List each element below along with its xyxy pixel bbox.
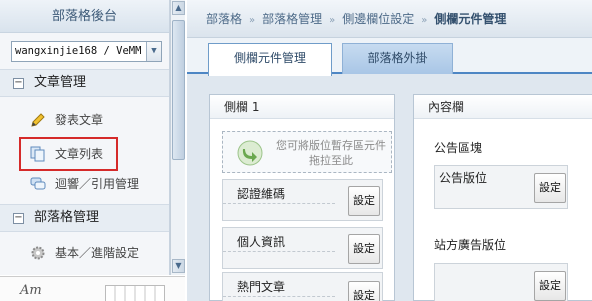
- widget-title: 個人資訊: [237, 235, 286, 249]
- breadcrumb-separator: »: [421, 15, 428, 26]
- widget-profile[interactable]: 個人資訊 設定: [222, 227, 383, 269]
- widget-title: 熱門文章: [237, 280, 286, 294]
- breadcrumb-separator: »: [249, 15, 256, 26]
- speech-bubble-icon: [30, 176, 46, 192]
- widget-settings-button[interactable]: 設定: [348, 234, 380, 264]
- widget-popular-posts[interactable]: 熱門文章 設定: [222, 272, 383, 301]
- sidebar-item-comments[interactable]: 迴響／引用管理: [0, 172, 169, 196]
- drop-zone-text: 您可將版位暫存區元件拖拉至此: [276, 139, 386, 167]
- widget-heading: 站方廣告版位: [434, 238, 507, 252]
- tab-sidebar-widgets[interactable]: 側欄元件管理: [208, 43, 332, 76]
- breadcrumb: 部落格 » 部落格管理 » 側邊欄位設定 » 側欄元件管理: [187, 0, 592, 38]
- section-label: 文章管理: [34, 75, 87, 90]
- section-blog-management[interactable]: − 部落格管理: [0, 204, 169, 232]
- sidebar-column: 側欄 1 您可將版位暫存區元件拖拉至此 認證維碼 設定 個人資訊 設定 熱門文章…: [209, 94, 395, 301]
- thumbnail-strip: [105, 285, 165, 301]
- breadcrumb-separator: »: [329, 15, 336, 26]
- widget-verification[interactable]: 認證維碼 設定: [222, 179, 383, 221]
- sidebar-item-label: 迴響／引用管理: [55, 177, 140, 191]
- breadcrumb-link[interactable]: 部落格管理: [262, 12, 322, 26]
- drop-zone[interactable]: 您可將版位暫存區元件拖拉至此: [222, 131, 392, 173]
- main-area: 部落格 » 部落格管理 » 側邊欄位設定 » 側欄元件管理 側欄元件管理 部落格外掛 側欄 …: [187, 0, 592, 301]
- section-article-management[interactable]: − 文章管理: [0, 69, 169, 97]
- section-label: 部落格管理: [34, 210, 100, 225]
- sidebar-item-label: 基本／進階設定: [55, 246, 140, 260]
- bottom-logo: Am: [20, 283, 42, 298]
- tab-blog-plugins[interactable]: 部落格外掛: [342, 43, 453, 74]
- widget-settings-button[interactable]: 設定: [348, 281, 380, 301]
- tab-bar: 側欄元件管理 部落格外掛: [187, 38, 592, 76]
- widget-heading: 公告區塊: [434, 141, 483, 155]
- sidebar-item-label: 發表文章: [55, 113, 104, 127]
- sidebar-scrollbar[interactable]: ▲ ▼: [170, 0, 185, 275]
- scrollbar-thumb[interactable]: [172, 20, 185, 160]
- pencil-icon: [30, 112, 46, 128]
- divider: [223, 296, 335, 297]
- widget-title: 公告版位: [439, 171, 488, 185]
- column-title: 側欄 1: [210, 95, 394, 119]
- drop-arrow-icon: [237, 140, 263, 166]
- account-select[interactable]: wangxinjie168 / VeMM ▼: [11, 41, 162, 62]
- content-column: 內容欄 公告區塊 公告版位 設定 站方廣告版位 設定: [413, 94, 592, 301]
- highlight-box: [19, 137, 118, 171]
- chevron-down-icon[interactable]: ▼: [146, 42, 161, 61]
- widget-settings-button[interactable]: 設定: [534, 173, 566, 203]
- collapse-icon[interactable]: −: [13, 213, 24, 224]
- sidebar-item-post-article[interactable]: 發表文章: [0, 108, 169, 132]
- account-select-value: wangxinjie168 / VeMM: [15, 45, 142, 57]
- widget-settings-button[interactable]: 設定: [348, 186, 380, 216]
- sidebar: 部落格後台 wangxinjie168 / VeMM ▼ − 文章管理 發表文章…: [0, 0, 170, 275]
- divider: [223, 203, 335, 204]
- breadcrumb-link[interactable]: 側邊欄位設定: [342, 12, 414, 26]
- widget-site-ads[interactable]: 設定: [434, 263, 568, 301]
- column-title: 內容欄: [414, 95, 592, 119]
- widget-title: 認證維碼: [237, 187, 286, 201]
- breadcrumb-link[interactable]: 部落格: [206, 12, 242, 26]
- breadcrumb-current: 側欄元件管理: [434, 12, 507, 26]
- scroll-down-icon[interactable]: ▼: [172, 259, 185, 273]
- bottom-strip: Am: [0, 276, 185, 301]
- collapse-icon[interactable]: −: [13, 78, 24, 89]
- widget-announcement[interactable]: 公告版位 設定: [434, 165, 568, 209]
- sidebar-item-settings[interactable]: 基本／進階設定: [0, 241, 169, 265]
- widget-settings-button[interactable]: 設定: [534, 271, 566, 301]
- sidebar-title: 部落格後台: [0, 0, 169, 33]
- scroll-up-icon[interactable]: ▲: [172, 1, 185, 15]
- divider: [223, 251, 335, 252]
- gear-icon: [30, 245, 46, 261]
